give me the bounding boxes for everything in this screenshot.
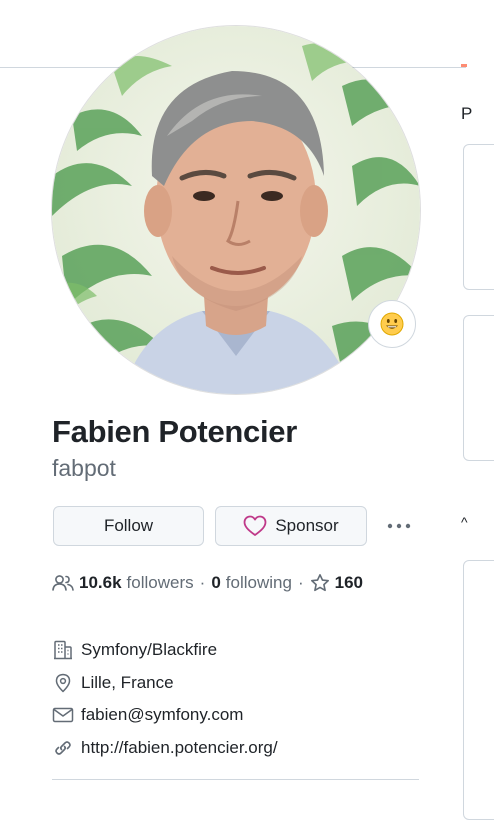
location-text: Lille, France [81, 672, 174, 692]
contribution-card-partial [463, 560, 494, 820]
right-column-heading-fragment: P [461, 104, 473, 123]
follow-button[interactable]: Follow [53, 506, 204, 546]
mail-icon [52, 704, 74, 726]
website-link[interactable]: http://fabien.potencier.org/ [81, 738, 278, 758]
detail-location: Lille, France [52, 667, 278, 700]
stars-link[interactable]: 160 [310, 573, 363, 593]
stats-separator: · [297, 573, 304, 592]
organization-icon [52, 639, 74, 661]
section-divider [52, 779, 419, 780]
followers-count: 10.6k [79, 573, 122, 592]
right-column-partial: P ^ [460, 0, 494, 820]
pinned-card-partial[interactable] [463, 315, 494, 461]
stars-count: 160 [334, 573, 363, 592]
follow-button-label: Follow [103, 516, 154, 535]
right-column-mark-fragment: ^ [461, 514, 468, 530]
avatar[interactable] [52, 26, 420, 394]
status-emoji-button[interactable] [368, 300, 416, 348]
profile-stats: 10.6k followers · 0 following · 160 [52, 570, 363, 596]
heart-icon [243, 515, 267, 536]
more-options-button[interactable] [383, 516, 415, 536]
profile-details: Symfony/Blackfire Lille, France fabien@s… [52, 634, 278, 764]
profile-username: fabpot [52, 455, 116, 481]
profile-full-name: Fabien Potencier [52, 414, 297, 449]
following-count: 0 [211, 573, 221, 592]
email-link[interactable]: fabien@symfony.com [81, 705, 243, 725]
pinned-card-partial[interactable] [463, 144, 494, 290]
kebab-horizontal-icon [387, 523, 411, 529]
location-icon [52, 672, 74, 694]
sponsor-button-label: Sponsor [275, 516, 339, 535]
avatar-image [52, 26, 420, 394]
sponsor-button[interactable]: Sponsor [215, 506, 367, 546]
following-link[interactable]: 0 following [211, 573, 292, 593]
organization-text: Symfony/Blackfire [81, 640, 218, 660]
following-label: following [225, 573, 292, 592]
link-icon [52, 737, 74, 759]
star-icon [310, 574, 329, 592]
smiley-icon [380, 312, 404, 336]
detail-email[interactable]: fabien@symfony.com [52, 699, 278, 732]
avatar-container [52, 26, 420, 394]
followers-link[interactable]: 10.6k followers [79, 573, 194, 593]
followers-label: followers [126, 573, 194, 592]
people-icon [52, 575, 74, 591]
detail-organization: Symfony/Blackfire [52, 634, 278, 667]
stats-separator: · [199, 573, 206, 592]
detail-website[interactable]: http://fabien.potencier.org/ [52, 732, 278, 765]
